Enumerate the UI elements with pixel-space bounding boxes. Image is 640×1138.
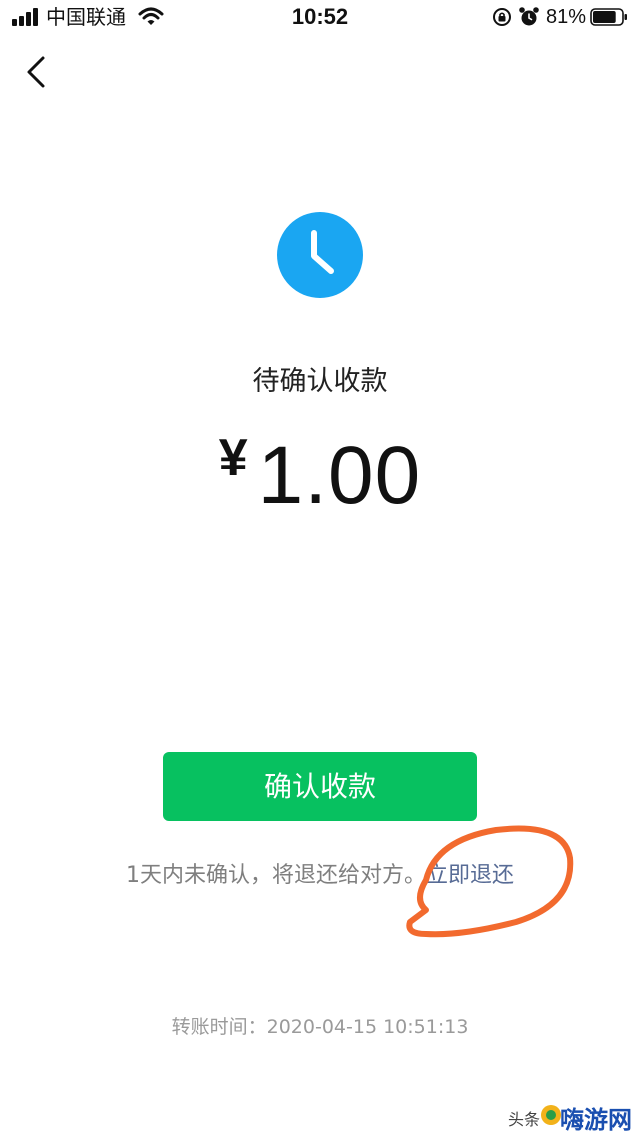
notice-text: 1天内未确认，将退还给对方。 (125, 863, 426, 888)
transfer-time: 转账时间：2020-04-15 10:51:13 (0, 1013, 640, 1041)
refund-notice: 1天内未确认，将退还给对方。立即退还 (0, 860, 640, 892)
watermark: 头条 嗨游网 (506, 1100, 636, 1134)
back-button[interactable] (18, 52, 58, 92)
amount-value: 1.00 (257, 430, 422, 521)
transfer-time-label: 转账时间： (171, 1016, 267, 1038)
watermark-prefix: 头条 (508, 1110, 541, 1129)
alarm-icon (519, 7, 539, 26)
watermark-brand: 嗨游网 (560, 1106, 632, 1134)
confirm-receipt-button[interactable]: 确认收款 (163, 752, 477, 821)
amount: ¥1.00 (0, 428, 640, 524)
battery-icon (590, 8, 627, 26)
watermark-logo-icon (541, 1105, 561, 1125)
status-bar: 中国联通 10:52 81% (0, 0, 640, 36)
clock-icon (277, 212, 363, 298)
battery-percentage: 81% (546, 6, 587, 28)
orientation-lock-icon (493, 8, 511, 26)
status-title: 待确认收款 (252, 366, 388, 397)
refund-now-link[interactable]: 立即退还 (426, 863, 514, 888)
currency-symbol: ¥ (218, 429, 248, 487)
back-arrow-icon (27, 56, 45, 88)
status-time: 10:52 (291, 4, 349, 29)
transfer-time-value: 2020-04-15 10:51:13 (266, 1016, 469, 1038)
